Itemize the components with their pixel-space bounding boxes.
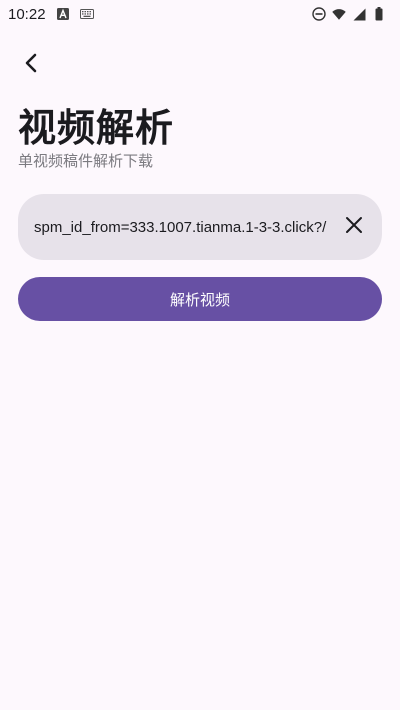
battery-icon — [372, 7, 386, 21]
signal-icon — [352, 7, 366, 21]
parse-video-button[interactable]: 解析视频 — [18, 277, 382, 321]
status-left: 10:22 — [8, 6, 94, 23]
chevron-left-icon — [24, 53, 38, 77]
page-subtitle: 单视频稿件解析下载 — [18, 152, 154, 170]
back-button[interactable] — [16, 50, 46, 80]
clear-button[interactable] — [332, 205, 376, 249]
status-time: 10:22 — [8, 5, 46, 23]
a-letter-icon — [56, 7, 70, 21]
keyboard-icon — [79, 7, 94, 21]
wifi-icon — [332, 7, 346, 21]
url-field — [18, 194, 382, 260]
close-icon — [345, 216, 363, 238]
do-not-disturb-icon — [312, 7, 326, 21]
url-input[interactable] — [18, 194, 332, 260]
page-title: 视频解析 — [18, 106, 175, 150]
status-right — [312, 7, 386, 21]
status-bar: 10:22 — [0, 0, 400, 28]
